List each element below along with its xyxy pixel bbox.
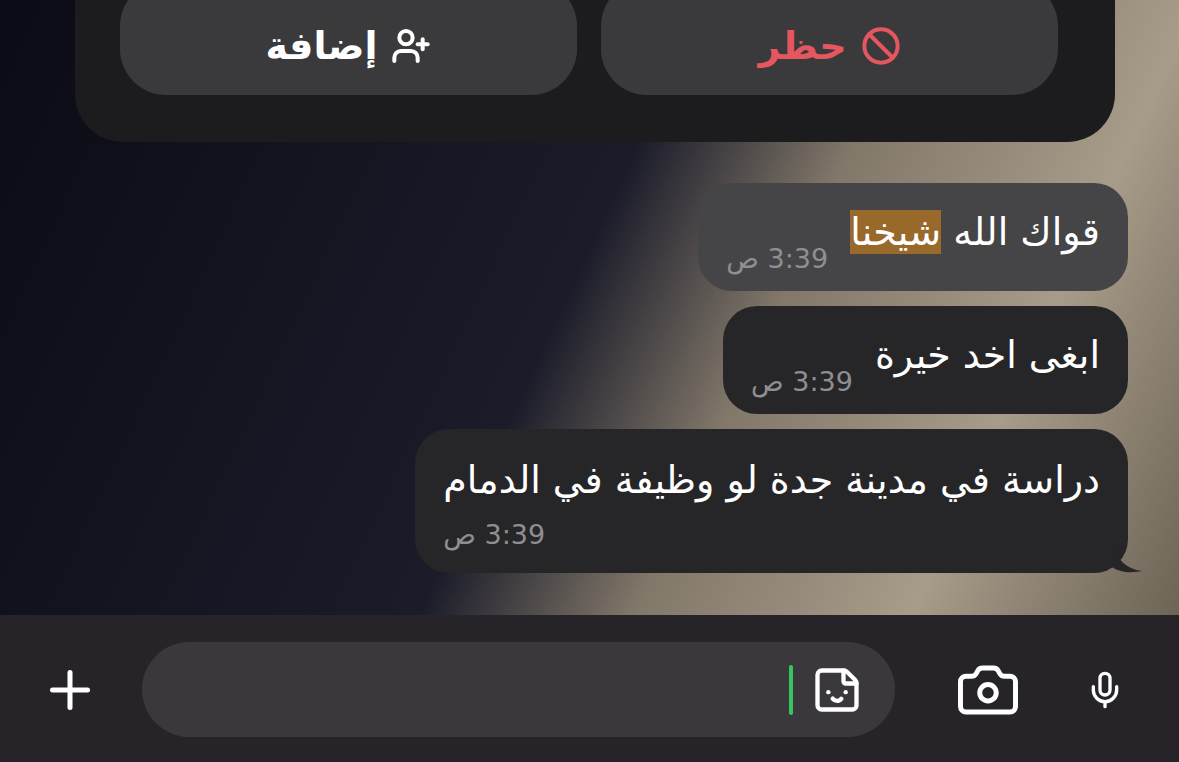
- action-label: حظر: [758, 21, 846, 71]
- action-label: إضافة: [266, 21, 378, 71]
- composer-bar: [0, 615, 1179, 762]
- message-bubble[interactable]: ابغى اخد خيرة 3:39 ص: [723, 306, 1128, 414]
- mic-icon[interactable]: [1085, 662, 1125, 718]
- message-text: دراسة في مدينة جدة لو وظيفة في الدمام: [443, 458, 1100, 502]
- message-text: ابغى اخد خيرة: [875, 333, 1100, 377]
- message-bubble[interactable]: دراسة في مدينة جدة لو وظيفة في الدمام 3:3…: [415, 429, 1128, 573]
- chat-screen: حظرإضافةقواك الله شيخنا3:39 صابغى اخد خي…: [0, 0, 1179, 762]
- ban-icon: [861, 26, 901, 66]
- text-part: ابغى اخد خيرة: [875, 333, 1100, 377]
- contact-card: حظر إضافة: [75, 0, 1115, 142]
- search-match: شيخنا: [850, 210, 941, 254]
- message-time: 3:39 ص: [443, 519, 545, 550]
- message-time: 3:39 ص: [751, 366, 853, 398]
- block-button[interactable]: حظر: [601, 0, 1058, 95]
- message-list: قواك الله شيخنا 3:39 ص ابغى اخد خيرة 3:39 ص…: [0, 142, 1179, 615]
- plus-icon[interactable]: [40, 659, 100, 721]
- text-cursor: [789, 665, 793, 715]
- sticker-icon[interactable]: [811, 664, 863, 716]
- camera-icon[interactable]: [955, 657, 1021, 723]
- message-input[interactable]: [142, 642, 895, 737]
- message-bubble[interactable]: قواك الله شيخنا 3:39 ص: [698, 183, 1128, 291]
- message-text: قواك الله شيخنا: [850, 210, 1100, 254]
- bubble-tail-icon: [1112, 543, 1142, 573]
- add-button[interactable]: إضافة: [120, 0, 577, 95]
- message-time: 3:39 ص: [726, 243, 828, 275]
- text-part: قواك الله: [941, 210, 1100, 254]
- add-person-icon: [391, 26, 431, 66]
- text-part: دراسة في مدينة جدة لو وظيفة في الدمام: [443, 458, 1100, 502]
